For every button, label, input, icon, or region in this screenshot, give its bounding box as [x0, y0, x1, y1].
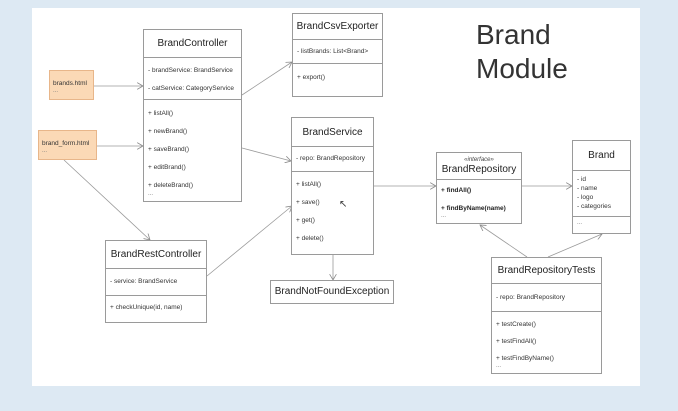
method: + delete() — [296, 235, 324, 242]
class-name-text: BrandRestController — [110, 249, 202, 260]
brand-not-found-exception-class: BrandNotFoundException — [270, 280, 394, 304]
method: + checkUnique(id, name) — [110, 304, 183, 311]
methods-section: + findAll() + findByName(name) ... — [437, 180, 521, 223]
brand-service-class: BrandService - repo: BrandRepository + l… — [291, 117, 374, 255]
field: - catService: CategoryService — [148, 85, 234, 92]
brand-rest-controller-class: BrandRestController - service: BrandServ… — [105, 240, 207, 323]
title-line-2: Module — [476, 53, 568, 84]
method: + export() — [297, 74, 325, 81]
method: + save() — [296, 199, 320, 206]
edge-brandform-restcontroller — [63, 159, 150, 240]
stereotype: «interface» — [464, 157, 494, 163]
edge-controller-service — [241, 147, 291, 161]
class-name-text: BrandController — [157, 38, 228, 49]
methods-section: + export() — [293, 64, 382, 96]
method: + listAll() — [148, 110, 174, 117]
class-name-text: BrandNotFoundException — [274, 286, 390, 297]
class-name: BrandRestController — [106, 241, 206, 269]
method: + findByName(name) — [441, 205, 506, 212]
fields-section: - repo: BrandRepository — [492, 284, 601, 312]
field: - repo: BrandRepository — [496, 294, 566, 301]
method: + get() — [296, 217, 315, 224]
more-dots: ... — [496, 363, 502, 369]
brand-entity-class: Brand - id - name - logo - categories ..… — [572, 140, 631, 234]
more-dots: ... — [148, 191, 154, 197]
field: - brandService: BrandService — [148, 67, 233, 74]
edge-tests-brand — [547, 234, 602, 258]
brand-repository-tests-class: BrandRepositoryTests - repo: BrandReposi… — [491, 257, 602, 374]
class-name-text: BrandCsvExporter — [296, 21, 379, 32]
class-name-text: BrandRepositoryTests — [497, 265, 596, 276]
class-name-text: BrandRepository — [441, 164, 517, 175]
slide-title: Brand Module — [476, 18, 568, 86]
file-dots: ... — [42, 148, 48, 154]
class-name: BrandRepositoryTests — [492, 258, 601, 284]
class-name: BrandService — [292, 118, 373, 147]
field: - listBrands: List<Brand> — [297, 48, 369, 55]
class-name-text: Brand — [588, 150, 615, 161]
fields-section: - service: BrandService — [106, 269, 206, 296]
method: + testFindAll() — [496, 338, 537, 345]
brand-controller-class: BrandController - brandService: BrandSer… — [143, 29, 242, 202]
method: + editBrand() — [148, 164, 186, 171]
class-name-text: BrandService — [302, 126, 363, 138]
method: + testCreate() — [496, 321, 536, 328]
brands-html-file: brands.html ... — [49, 70, 94, 100]
method: + testFindByName() — [496, 355, 554, 362]
brand-repository-interface: «interface» BrandRepository + findAll() … — [436, 152, 522, 224]
field: - name — [577, 185, 598, 192]
file-name: brands.html — [53, 80, 87, 87]
mouse-pointer-icon: ↖ — [339, 199, 348, 210]
field: - id — [577, 176, 587, 183]
class-name: BrandController — [144, 30, 241, 58]
method: + findAll() — [441, 187, 472, 194]
more-dots: ... — [441, 213, 447, 219]
methods-section: + checkUnique(id, name) — [106, 296, 206, 322]
brand-form-html-file: brand_form.html ... — [38, 130, 97, 160]
title-line-1: Brand — [476, 19, 551, 50]
edge-controller-csvexporter — [241, 62, 292, 96]
method: + deleteBrand() — [148, 182, 193, 189]
method: + saveBrand() — [148, 146, 190, 153]
field: - service: BrandService — [110, 278, 178, 285]
class-name: Brand — [573, 141, 630, 171]
methods-section: + testCreate() + testFindAll() + testFin… — [492, 312, 601, 373]
methods-section: + listAll() + save() + get() + delete() — [292, 172, 373, 254]
file-name: brand_form.html — [42, 140, 90, 147]
field: - repo: BrandRepository — [296, 155, 366, 162]
file-dots: ... — [53, 88, 59, 94]
edge-restcontroller-service — [206, 206, 292, 277]
class-name: «interface» BrandRepository — [437, 153, 521, 180]
fields-section: - listBrands: List<Brand> — [293, 40, 382, 64]
fields-section: - id - name - logo - categories — [573, 171, 630, 217]
class-name: BrandCsvExporter — [293, 14, 382, 40]
methods-section: ... — [573, 217, 630, 233]
fields-section: - brandService: BrandService - catServic… — [144, 58, 241, 100]
brand-csv-exporter-class: BrandCsvExporter - listBrands: List<Bran… — [292, 13, 383, 97]
field: - categories — [577, 203, 611, 210]
method: + listAll() — [296, 181, 322, 188]
field: - logo — [577, 194, 594, 201]
fields-section: - repo: BrandRepository — [292, 147, 373, 172]
more-dots: ... — [577, 220, 583, 226]
method: + newBrand() — [148, 128, 188, 135]
methods-section: + listAll() + newBrand() + saveBrand() +… — [144, 100, 241, 201]
edge-tests-repository — [480, 225, 528, 258]
